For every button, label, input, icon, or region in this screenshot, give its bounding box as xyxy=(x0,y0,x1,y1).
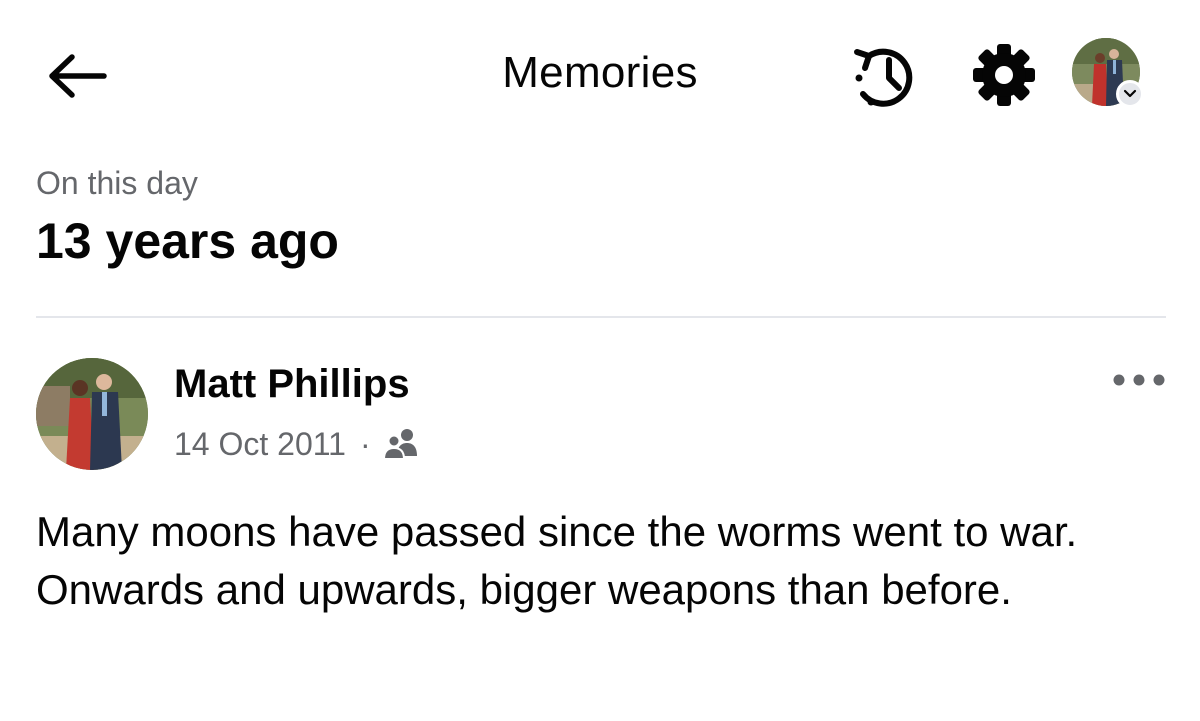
divider xyxy=(36,316,1166,318)
memory-title: 13 years ago xyxy=(36,213,339,269)
memories-page: Memories On this day 13 years ago Matt P… xyxy=(0,0,1200,721)
chevron-down-badge xyxy=(1116,80,1144,108)
history-button[interactable] xyxy=(846,38,926,112)
friends-icon[interactable] xyxy=(382,428,419,460)
history-clock-icon xyxy=(854,48,913,107)
chevron-down-icon xyxy=(1123,89,1137,98)
post-more-options-button[interactable] xyxy=(1104,360,1174,400)
post-text: Many moons have passed since the worms w… xyxy=(36,508,1078,613)
settings-button[interactable] xyxy=(964,38,1044,112)
post-date[interactable]: 14 Oct 2011 xyxy=(174,426,346,463)
post-author-avatar[interactable] xyxy=(36,358,148,470)
author-photo xyxy=(36,358,148,470)
memory-subtitle: On this day xyxy=(36,165,198,201)
post-author-name[interactable]: Matt Phillips xyxy=(174,362,410,407)
meta-separator: · xyxy=(359,425,371,462)
post-meta: 14 Oct 2011 · xyxy=(174,424,419,464)
top-bar: Memories xyxy=(0,0,1200,150)
gear-icon xyxy=(973,44,1035,106)
profile-menu-button[interactable] xyxy=(1072,38,1146,112)
more-dots-icon xyxy=(1113,374,1165,386)
